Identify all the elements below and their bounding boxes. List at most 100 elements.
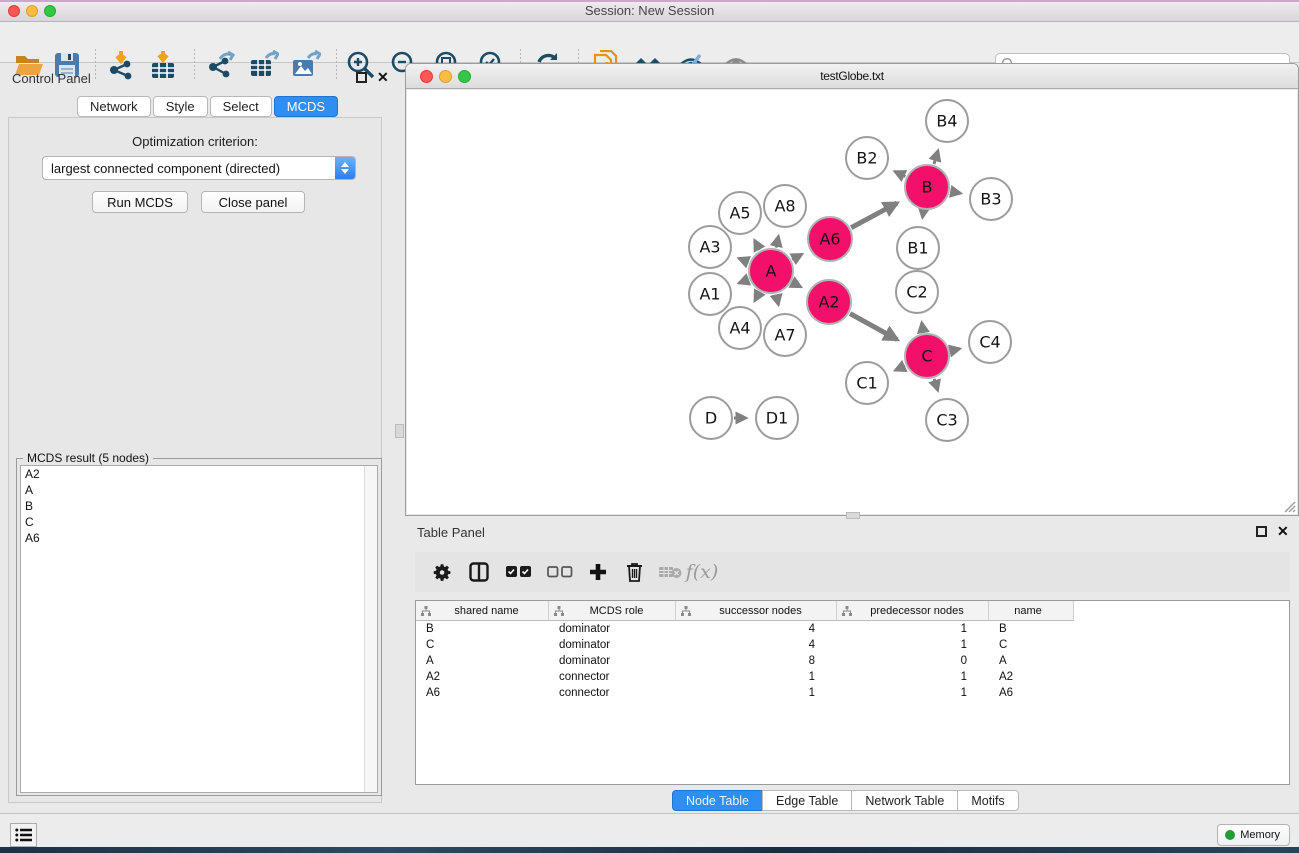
vertical-splitter-handle[interactable] (395, 424, 404, 438)
graph-edge-A6-B[interactable] (851, 203, 897, 228)
table-cell[interactable]: C (416, 637, 549, 653)
horizontal-splitter-handle[interactable] (846, 512, 860, 519)
control-panel-float-icon[interactable] (356, 72, 367, 83)
graph-edge-B-B4[interactable] (934, 151, 938, 164)
add-column-icon[interactable] (583, 561, 613, 583)
result-scrollbar[interactable] (364, 466, 377, 792)
graph-node-A4[interactable]: A4 (719, 307, 761, 349)
graph-edge-A-A5[interactable] (755, 240, 760, 249)
table-cell[interactable]: 0 (837, 653, 989, 669)
result-item[interactable]: A (21, 482, 377, 498)
graph-edge-B-B1[interactable] (923, 211, 924, 218)
graph-edge-C-C2[interactable] (922, 323, 924, 333)
graph-node-C2[interactable]: C2 (896, 271, 938, 313)
export-table-icon[interactable] (247, 48, 281, 82)
column-header-MCDS-role[interactable]: MCDS role (549, 601, 676, 621)
run-mcds-button[interactable]: Run MCDS (92, 191, 188, 213)
table-cell[interactable]: connector (549, 669, 676, 685)
tab-network-table[interactable]: Network Table (851, 790, 958, 811)
graph-edge-A-A1[interactable] (739, 279, 749, 283)
graph-edge-C-C1[interactable] (895, 366, 905, 370)
table-cell[interactable]: 1 (837, 669, 989, 685)
mcds-result-list[interactable]: A2ABCA6 (20, 465, 378, 793)
export-image-icon[interactable] (289, 48, 323, 82)
table-cell[interactable]: dominator (549, 621, 676, 637)
graph-edge-A-A8[interactable] (776, 236, 778, 247)
show-columns-icon[interactable] (464, 561, 494, 583)
graph-edge-A-A3[interactable] (739, 258, 749, 262)
graph-node-C3[interactable]: C3 (926, 399, 968, 441)
result-item[interactable]: C (21, 514, 377, 530)
table-cell[interactable]: A6 (989, 685, 1074, 701)
column-header-name[interactable]: name (989, 601, 1074, 621)
memory-button[interactable]: Memory (1217, 824, 1290, 846)
table-cell[interactable]: A2 (989, 669, 1074, 685)
graph-edge-A2-C[interactable] (850, 314, 897, 340)
graph-node-A5[interactable]: A5 (719, 192, 761, 234)
task-history-button[interactable] (10, 823, 37, 847)
table-cell[interactable]: B (989, 621, 1074, 637)
table-cell[interactable]: dominator (549, 653, 676, 669)
table-cell[interactable]: 4 (676, 637, 837, 653)
table-row[interactable]: Adominator80A (416, 653, 1289, 669)
table-cell[interactable]: A2 (416, 669, 549, 685)
graph-node-B3[interactable]: B3 (970, 178, 1012, 220)
table-cell[interactable]: 4 (676, 621, 837, 637)
graph-node-C[interactable]: C (905, 334, 949, 378)
network-close-button[interactable] (420, 70, 433, 83)
graph-node-A7[interactable]: A7 (764, 314, 806, 356)
graph-node-B1[interactable]: B1 (897, 227, 939, 269)
deselect-all-icon[interactable] (545, 561, 575, 583)
result-item[interactable]: A6 (21, 530, 377, 546)
select-all-icon[interactable] (504, 561, 534, 583)
column-header-predecessor-nodes[interactable]: predecessor nodes (837, 601, 989, 621)
table-panel-float-icon[interactable] (1256, 526, 1267, 537)
table-cell[interactable]: 1 (837, 637, 989, 653)
graph-edge-A-A2[interactable] (792, 282, 801, 287)
table-settings-gear-icon[interactable] (427, 561, 457, 583)
graph-edge-C-C4[interactable] (950, 349, 959, 351)
table-cell[interactable]: 1 (837, 685, 989, 701)
window-zoom-button[interactable] (44, 5, 56, 17)
table-cell[interactable]: connector (549, 685, 676, 701)
tab-network[interactable]: Network (77, 96, 151, 117)
graph-edge-B-B2[interactable] (895, 171, 905, 176)
network-window-titlebar[interactable]: testGlobe.txt (406, 64, 1298, 89)
close-panel-button[interactable]: Close panel (201, 191, 305, 213)
graph-node-A1[interactable]: A1 (689, 273, 731, 315)
graph-node-A8[interactable]: A8 (764, 185, 806, 227)
table-row[interactable]: A2connector11A2 (416, 669, 1289, 685)
graph-node-C1[interactable]: C1 (846, 362, 888, 404)
graph-edge-A-A4[interactable] (755, 292, 760, 301)
tab-mcds[interactable]: MCDS (274, 96, 338, 117)
graph-node-B[interactable]: B (905, 165, 949, 209)
criterion-dropdown[interactable]: largest connected component (directed) (42, 156, 356, 180)
graph-node-D1[interactable]: D1 (756, 397, 798, 439)
graph-node-A[interactable]: A (749, 249, 793, 293)
graph-node-B2[interactable]: B2 (846, 137, 888, 179)
tab-style[interactable]: Style (153, 96, 208, 117)
result-item[interactable]: A2 (21, 466, 377, 482)
function-builder-icon[interactable]: f(x) (687, 561, 717, 583)
table-cell[interactable]: B (416, 621, 549, 637)
table-row[interactable]: Bdominator41B (416, 621, 1289, 637)
import-network-icon[interactable] (104, 48, 138, 82)
table-row[interactable]: A6connector11A6 (416, 685, 1289, 701)
table-cell[interactable]: A (416, 653, 549, 669)
network-minimize-button[interactable] (439, 70, 452, 83)
network-zoom-button[interactable] (458, 70, 471, 83)
table-cell[interactable]: 1 (676, 669, 837, 685)
network-canvas[interactable]: B4B2BB3A8A5A6A3B1AC2A1A2A4A7C4CC1C3DD1 (407, 90, 1297, 514)
tab-node-table[interactable]: Node Table (672, 790, 763, 811)
column-header-shared-name[interactable]: shared name (416, 601, 549, 621)
graph-node-D[interactable]: D (690, 397, 732, 439)
table-cell[interactable]: A6 (416, 685, 549, 701)
table-row[interactable]: Cdominator41C (416, 637, 1289, 653)
tab-edge-table[interactable]: Edge Table (762, 790, 852, 811)
tab-select[interactable]: Select (210, 96, 272, 117)
control-panel-close-icon[interactable]: ✕ (377, 72, 389, 83)
graph-node-A3[interactable]: A3 (689, 226, 731, 268)
graph-node-B4[interactable]: B4 (926, 100, 968, 142)
graph-edge-B-B3[interactable] (951, 191, 961, 193)
export-network-icon[interactable] (204, 48, 238, 82)
